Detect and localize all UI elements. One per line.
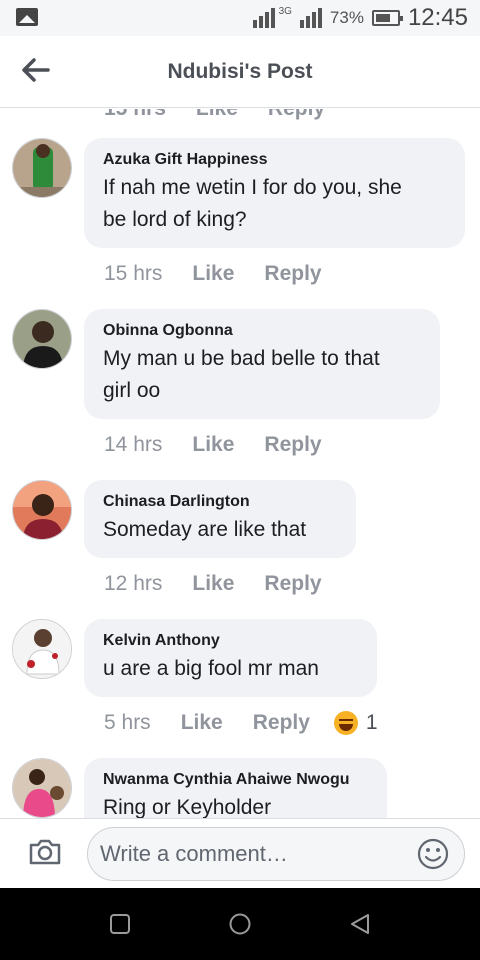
comment-composer: [0, 818, 480, 888]
comment-time: 15 hrs: [104, 109, 166, 121]
comment-list[interactable]: 15 hrs Like Reply Azuka Gift Happiness I…: [0, 109, 480, 818]
comment-text: Ring or Keyholder: [103, 792, 369, 818]
battery-icon: [371, 10, 403, 26]
emoji-icon[interactable]: [416, 837, 450, 871]
comment-time: 15 hrs: [104, 262, 163, 285]
comment-actions: 12 hrs Like Reply: [104, 572, 322, 596]
comment-input-box[interactable]: [87, 827, 465, 881]
reply-button[interactable]: Reply: [264, 433, 321, 457]
signal-icon: [252, 8, 275, 28]
home-icon[interactable]: [228, 912, 252, 936]
comment-bubble[interactable]: Chinasa Darlington Someday are like that: [84, 480, 356, 558]
avatar[interactable]: [12, 138, 72, 198]
reaction-summary[interactable]: 1: [333, 711, 378, 735]
haha-reaction-icon: [333, 711, 358, 735]
comment-author[interactable]: Azuka Gift Happiness: [103, 150, 447, 170]
recents-icon[interactable]: [108, 912, 132, 936]
reply-button[interactable]: Reply: [264, 262, 321, 286]
like-button[interactable]: Like: [192, 262, 234, 286]
reply-button[interactable]: Reply: [264, 572, 321, 596]
avatar[interactable]: [12, 309, 72, 369]
avatar[interactable]: [12, 480, 72, 540]
comment-actions-partial: 15 hrs Like Reply: [104, 109, 325, 121]
comment-actions: 5 hrs Like Reply 1: [104, 711, 378, 735]
camera-icon[interactable]: [28, 838, 62, 866]
back-nav-icon[interactable]: [348, 912, 372, 936]
page-title: Ndubisi's Post: [167, 60, 313, 83]
comment-input[interactable]: [100, 838, 400, 870]
comment-bubble[interactable]: Kelvin Anthony u are a big fool mr man: [84, 619, 377, 697]
reaction-count: 1: [365, 711, 378, 734]
battery-percent: 73%: [329, 8, 364, 27]
avatar[interactable]: [12, 758, 72, 818]
comment-text-line: Ring or Keyholder: [103, 796, 272, 818]
header: Ndubisi's Post: [0, 36, 480, 108]
comment-author[interactable]: Nwanma Cynthia Ahaiwe Nwogu: [103, 770, 369, 790]
image-icon: [16, 8, 38, 26]
comment-text-line: girl oo: [103, 379, 161, 402]
network-type: 3G: [278, 6, 292, 17]
comment-actions: 14 hrs Like Reply: [104, 433, 322, 457]
comment-text: My man u be bad belle to that girl oo: [103, 343, 422, 407]
status-indicators: 3G 73% 12:45: [252, 4, 468, 31]
comment-bubble[interactable]: Obinna Ogbonna My man u be bad belle to …: [84, 309, 440, 419]
comment-time: 5 hrs: [104, 711, 151, 734]
comment-actions: 15 hrs Like Reply: [104, 262, 322, 286]
status-bar: 3G 73% 12:45: [0, 0, 480, 36]
reply-button[interactable]: Reply: [253, 711, 310, 735]
avatar[interactable]: [12, 619, 72, 679]
comment-text-line: If nah me wetin I for do you, she: [103, 176, 402, 199]
clock: 12:45: [407, 4, 468, 31]
comment-author[interactable]: Kelvin Anthony: [103, 631, 359, 651]
comment-time: 12 hrs: [104, 572, 163, 595]
comment-time: 14 hrs: [104, 433, 163, 456]
comment-text: u are a big fool mr man: [103, 653, 359, 685]
like-button[interactable]: Like: [192, 572, 234, 596]
like-button[interactable]: Like: [181, 711, 223, 735]
comment-text: Someday are like that: [103, 514, 338, 546]
system-nav-bar: [0, 888, 480, 960]
reply-button[interactable]: Reply: [268, 109, 325, 121]
like-button[interactable]: Like: [196, 109, 238, 121]
comment-author[interactable]: Obinna Ogbonna: [103, 321, 422, 341]
comment-author[interactable]: Chinasa Darlington: [103, 492, 338, 512]
signal-icon-2: [299, 8, 322, 28]
comment-text: If nah me wetin I for do you, she be lor…: [103, 172, 447, 236]
comment-text-line: u are a big fool mr man: [103, 657, 319, 680]
comment-bubble[interactable]: Nwanma Cynthia Ahaiwe Nwogu Ring or Keyh…: [84, 758, 387, 818]
comment-bubble[interactable]: Azuka Gift Happiness If nah me wetin I f…: [84, 138, 465, 248]
comment-text-line: be lord of king?: [103, 208, 247, 231]
like-button[interactable]: Like: [192, 433, 234, 457]
comment-text-line: Someday are like that: [103, 518, 307, 541]
comment-text-line: My man u be bad belle to that: [103, 347, 380, 370]
